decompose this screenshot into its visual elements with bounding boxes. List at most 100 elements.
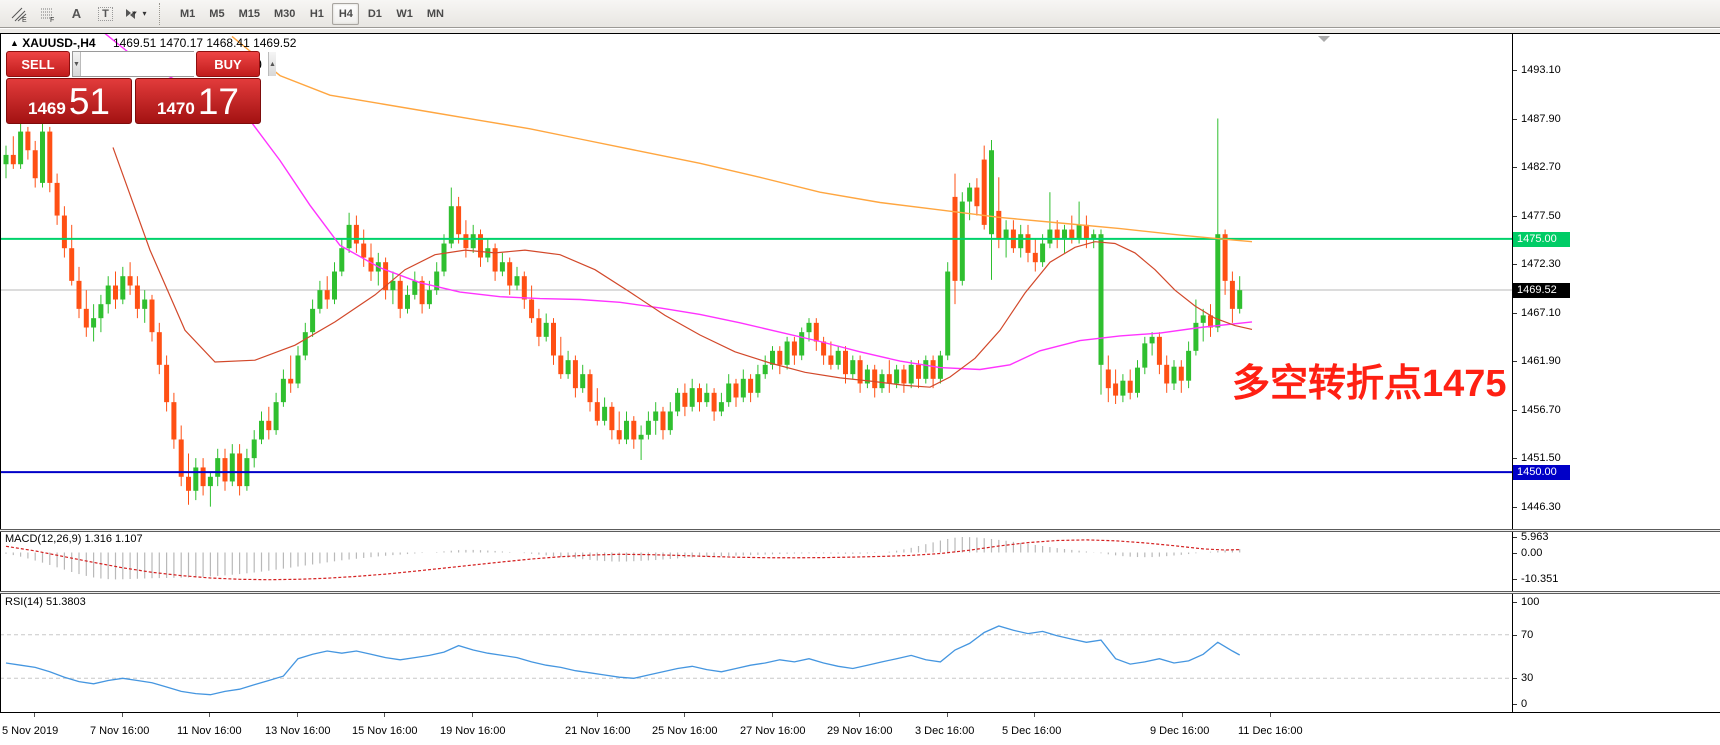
axis-tick-label: 0.00: [1521, 547, 1542, 559]
timeframe-buttons-group: M1M5M15M30H1H4D1W1MN: [173, 3, 451, 25]
ohlc-values: 1469.51 1470.17 1468.41 1469.52: [113, 36, 297, 50]
time-tick-label: 19 Nov 16:00: [440, 725, 505, 737]
time-tick-label: 25 Nov 16:00: [652, 725, 717, 737]
time-tick-label: 13 Nov 16:00: [265, 725, 330, 737]
axis-tick-label: 30: [1521, 672, 1533, 684]
axis-tick: [1513, 553, 1517, 554]
tab-timeframe-w1[interactable]: W1: [390, 3, 419, 25]
time-tick-label: 5 Dec 16:00: [1002, 725, 1061, 737]
sell-button[interactable]: SELL: [6, 51, 70, 77]
axis-tick-label: -10.351: [1521, 573, 1558, 585]
time-tick: [209, 713, 210, 717]
toolbar-separator: [159, 3, 167, 25]
svg-text:E: E: [22, 17, 27, 22]
tab-timeframe-d1[interactable]: D1: [361, 3, 388, 25]
axis-tick-label: 1477.50: [1521, 210, 1561, 222]
rsi-indicator-label: RSI(14) 51.3803: [5, 596, 86, 608]
buy-price-main: 1470: [157, 88, 195, 130]
macd-axis[interactable]: 5.9630.00-10.351: [1513, 532, 1720, 591]
buy-button[interactable]: BUY: [196, 51, 260, 77]
equidistant-channel-icon[interactable]: E: [5, 3, 32, 25]
time-tick-label: 7 Nov 16:00: [90, 725, 149, 737]
axis-tick: [1513, 678, 1517, 679]
axis-tick: [1513, 313, 1517, 314]
time-tick: [1182, 713, 1183, 717]
symbol-period-label: XAUUSD-,H4: [22, 36, 95, 50]
tab-timeframe-mn[interactable]: MN: [421, 3, 450, 25]
rsi-axis[interactable]: 10070300: [1513, 594, 1720, 712]
axis-tick-label: 1456.70: [1521, 404, 1561, 416]
price-axis-separator: [1512, 33, 1513, 713]
axis-tick: [1513, 704, 1517, 705]
time-tick-label: 9 Dec 16:00: [1150, 725, 1209, 737]
chart-window-top-border: [0, 33, 1720, 34]
axis-tick-label: 1461.90: [1521, 355, 1561, 367]
axis-tick: [1513, 119, 1517, 120]
time-axis-separator: [0, 712, 1720, 713]
buy-price-pips: 17: [198, 81, 239, 123]
time-axis[interactable]: 5 Nov 2019 7 Nov 16:00 11 Nov 16:00 13 Nov …: [0, 713, 1720, 745]
time-tick-label: 5 Nov 2019: [2, 725, 58, 737]
rsi-panel-splitter[interactable]: [0, 591, 1720, 594]
tab-timeframe-h4[interactable]: H4: [332, 3, 359, 25]
rsi-indicator-canvas[interactable]: [0, 594, 1512, 712]
time-tick: [34, 713, 35, 717]
price-tag-1475.00: 1475.00: [1513, 232, 1570, 247]
axis-tick: [1513, 458, 1517, 459]
macd-signal-line: [6, 540, 1240, 580]
candles-group: [4, 119, 1243, 507]
axis-tick-label: 70: [1521, 629, 1533, 641]
volume-increase-button[interactable]: ▲: [268, 52, 276, 76]
drawing-tools-group: E F AT▾: [4, 3, 149, 25]
tab-timeframe-m30[interactable]: M30: [268, 3, 301, 25]
time-tick-label: 29 Nov 16:00: [827, 725, 892, 737]
buy-quote-box[interactable]: 1470 17: [135, 78, 261, 124]
fibonacci-retracement-icon[interactable]: F: [34, 3, 61, 25]
time-tick-label: 11 Nov 16:00: [177, 725, 242, 737]
chart-title: ▲ XAUUSD-,H4 1469.51 1470.17 1468.41 146…: [10, 36, 296, 50]
chart-shift-marker-icon[interactable]: [1318, 36, 1330, 42]
sell-quote-box[interactable]: 1469 51: [6, 78, 132, 124]
axis-tick: [1513, 579, 1517, 580]
time-tick: [122, 713, 123, 717]
axis-tick-label: 100: [1521, 596, 1539, 608]
text-label-tool-icon[interactable]: T: [92, 3, 119, 25]
axis-tick-label: 1493.10: [1521, 64, 1561, 76]
macd-indicator-canvas[interactable]: [0, 532, 1512, 591]
text-tool-icon[interactable]: A: [63, 3, 90, 25]
axis-tick: [1513, 507, 1517, 508]
time-tick: [947, 713, 948, 717]
top-toolbar: E F AT▾ M1M5M15M30H1H4D1W1MN: [0, 0, 1720, 28]
volume-decrease-button[interactable]: ▼: [73, 52, 81, 76]
axis-tick: [1513, 602, 1517, 603]
arrange-windows-icon[interactable]: ▾: [121, 3, 148, 25]
time-tick-label: 3 Dec 16:00: [915, 725, 974, 737]
ma-slow-orange: [232, 36, 1252, 241]
time-tick: [597, 713, 598, 717]
time-tick: [1270, 713, 1271, 717]
tab-timeframe-m15[interactable]: M15: [233, 3, 266, 25]
collapse-panel-icon[interactable]: ▲: [10, 38, 19, 48]
time-tick: [772, 713, 773, 717]
time-tick: [384, 713, 385, 717]
axis-tick-label: 1487.90: [1521, 113, 1561, 125]
time-tick-label: 11 Dec 16:00: [1238, 725, 1303, 737]
axis-tick: [1513, 264, 1517, 265]
macd-panel-splitter[interactable]: [0, 529, 1720, 532]
time-tick: [1034, 713, 1035, 717]
time-tick: [859, 713, 860, 717]
time-tick-label: 21 Nov 16:00: [565, 725, 630, 737]
tab-timeframe-m5[interactable]: M5: [203, 3, 230, 25]
tab-timeframe-h1[interactable]: H1: [303, 3, 330, 25]
axis-tick-label: 1446.30: [1521, 501, 1561, 513]
axis-tick: [1513, 216, 1517, 217]
time-tick: [297, 713, 298, 717]
axis-tick-label: 1482.70: [1521, 161, 1561, 173]
axis-tick-label: 1467.10: [1521, 307, 1561, 319]
time-tick-label: 15 Nov 16:00: [352, 725, 417, 737]
tab-timeframe-m1[interactable]: M1: [174, 3, 201, 25]
volume-stepper: ▼ ▲: [72, 51, 194, 77]
price-axis[interactable]: 1493.101487.901482.701477.501472.301467.…: [1513, 34, 1720, 529]
time-tick: [472, 713, 473, 717]
svg-text:F: F: [50, 17, 54, 22]
